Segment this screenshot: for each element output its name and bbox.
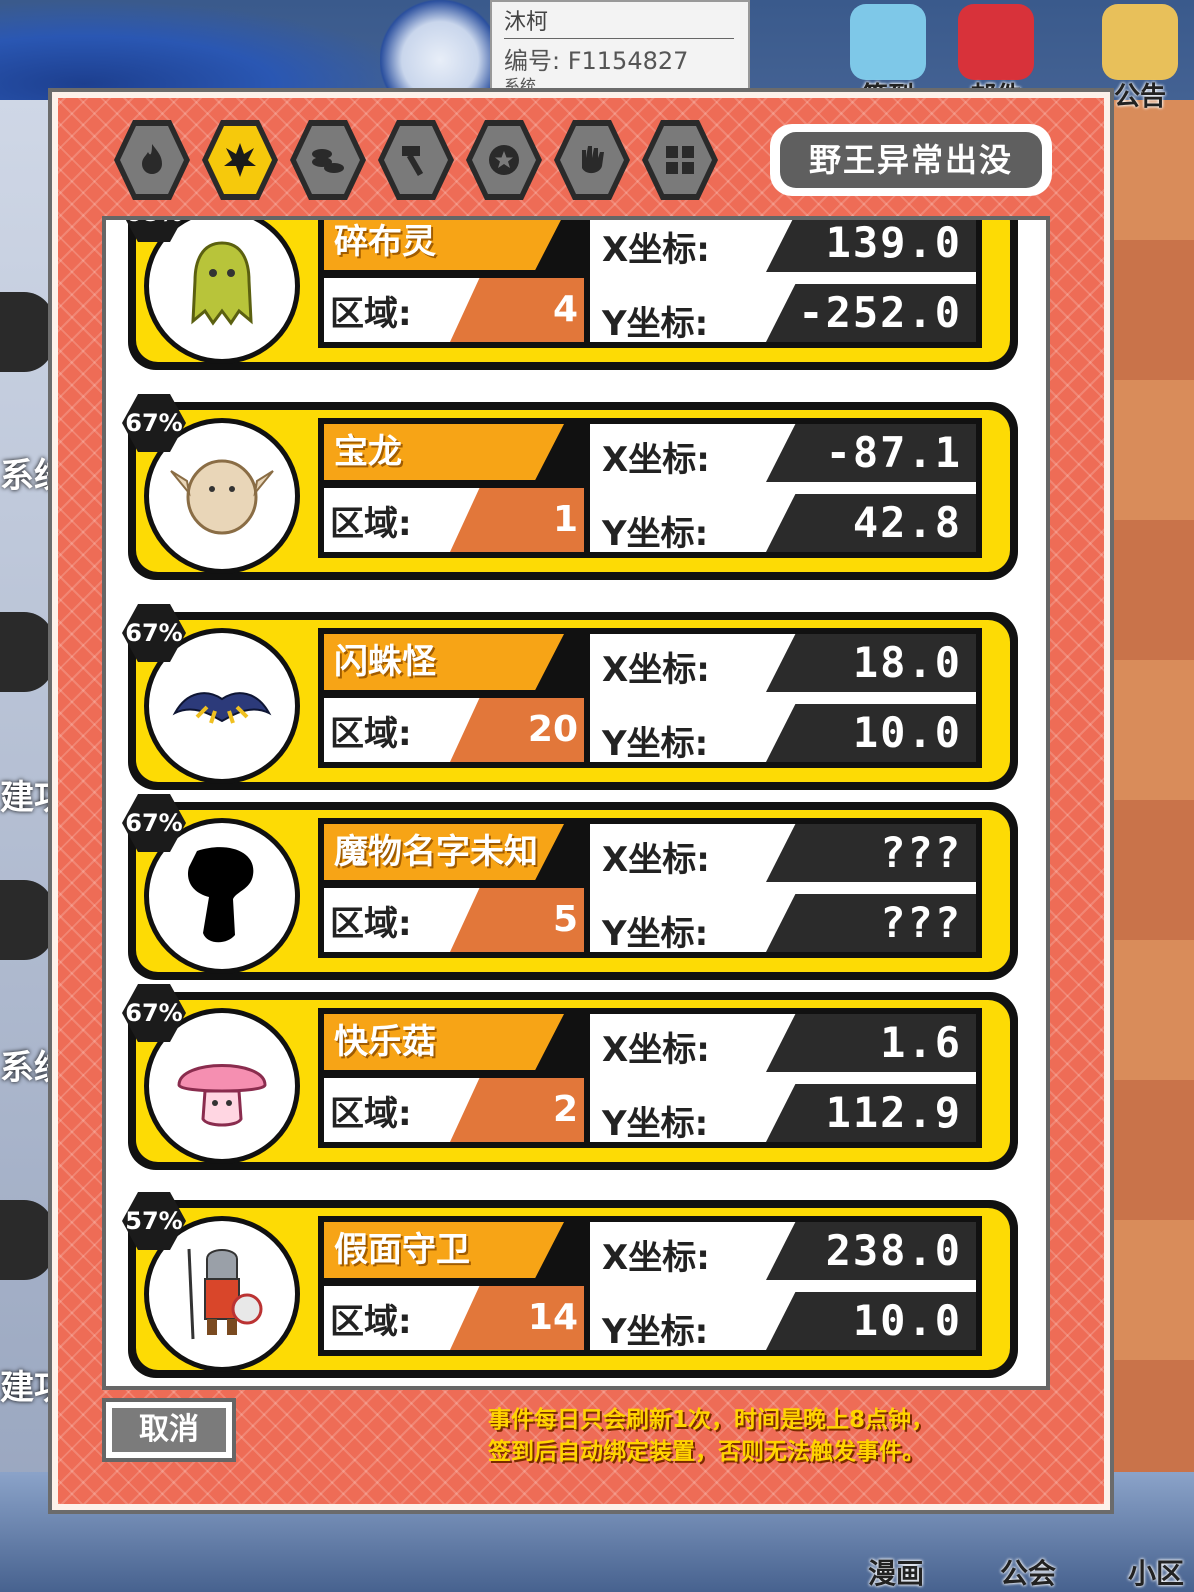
monster-card[interactable]: 67% 快乐菇 区域: 2 X坐标: 1.6 Y坐标: 112.9 xyxy=(122,984,1018,1170)
monster-name: 宝龙 xyxy=(324,424,564,480)
event-title: 野王异常出没 xyxy=(780,132,1042,188)
masked-guard-icon xyxy=(187,1248,263,1340)
x-label: X坐标: xyxy=(602,1030,710,1070)
mail-icon xyxy=(958,4,1034,80)
signin-button[interactable]: 签到 xyxy=(838,0,938,112)
x-label: X坐标: xyxy=(602,1238,710,1278)
side-system-icon[interactable] xyxy=(0,292,54,372)
monster-name: 魔物名字未知 xyxy=(324,824,564,880)
region-label: 区域: xyxy=(330,904,412,944)
monster-name: 快乐菇 xyxy=(324,1014,564,1070)
monster-card[interactable]: 67% 宝龙 区域: 1 X坐标: -87.1 Y坐标: 42.8 xyxy=(122,394,1018,580)
region-label: 区域: xyxy=(330,1302,412,1342)
monster-card[interactable]: 67% 魔物名字未知 区域: 5 X坐标: ??? Y坐标: ??? xyxy=(122,794,1018,980)
x-label: X坐标: xyxy=(602,230,710,270)
y-value: 112.9 xyxy=(766,1084,976,1142)
mushroom-icon xyxy=(177,1064,267,1127)
event-title-button[interactable]: 野王异常出没 xyxy=(770,124,1052,196)
region-label: 区域: xyxy=(330,504,412,544)
monster-name: 假面守卫 xyxy=(324,1222,564,1278)
x-value: 1.6 xyxy=(766,1014,976,1072)
monster-name: 闪蛛怪 xyxy=(324,634,564,690)
cancel-label: 取消 xyxy=(112,1408,226,1452)
tab-fire[interactable] xyxy=(114,120,190,200)
notice-icon xyxy=(1102,4,1178,80)
monster-card[interactable]: 57% 假面守卫 区域: 14 X坐标: 238.0 Y坐标: 10.0 xyxy=(122,1192,1018,1378)
notice-line-2: 签到后自动绑定装置，否则无法触发事件。 xyxy=(488,1439,925,1465)
grid-icon xyxy=(666,146,694,174)
player-profile[interactable]: 沐柯 编号: F1154827 系统 xyxy=(490,0,750,95)
region-value: 2 xyxy=(450,1078,584,1142)
signin-icon xyxy=(850,4,926,80)
cancel-button[interactable]: 取消 xyxy=(102,1398,236,1462)
y-label: Y坐标: xyxy=(602,914,709,954)
unknown-silhouette-icon xyxy=(187,847,254,943)
player-name: 沐柯 xyxy=(504,10,549,35)
bottom-guild[interactable]: 公会 xyxy=(1000,1552,1056,1592)
monster-card[interactable]: 68% 碎布灵 区域:4 X坐标: 139.0 Y坐标: -252.0 xyxy=(122,220,1018,370)
player-id: 编号: F1154827 xyxy=(504,38,734,76)
y-value: 10.0 xyxy=(766,1292,976,1350)
y-label: Y坐标: xyxy=(602,724,709,764)
region-value: 1 xyxy=(450,488,584,552)
notice-button[interactable]: 公告 xyxy=(1090,0,1190,112)
right-side-decor xyxy=(1104,100,1194,1500)
fire-icon xyxy=(142,144,162,174)
y-value: 42.8 xyxy=(766,494,976,552)
star-icon xyxy=(489,145,519,175)
monster-list[interactable]: 68% 碎布灵 区域:4 X坐标: 139.0 Y坐标: -252.0 67% xyxy=(102,216,1050,1390)
side-build-icon-2[interactable] xyxy=(0,1200,54,1280)
y-value: -252.0 xyxy=(766,284,976,342)
region-value: 20 xyxy=(450,698,584,762)
flash-spider-icon xyxy=(172,692,272,724)
region-value: 14 xyxy=(450,1286,584,1350)
monster-card[interactable]: 67% 闪蛛怪 区域: 20 X坐标: 18.0 Y坐标: 10.0 xyxy=(122,604,1018,790)
y-label: Y坐标: xyxy=(602,514,709,554)
glove-icon xyxy=(582,146,604,174)
mail-button[interactable]: 邮件 xyxy=(946,0,1046,112)
y-label: Y坐标: xyxy=(602,1312,709,1352)
region-label: 区域: xyxy=(330,714,412,754)
x-label: X坐标: xyxy=(602,650,710,690)
region-value: 4 xyxy=(450,278,584,342)
wild-king-dialog: 野王异常出没 68% 碎布灵 区域:4 X坐标: 139.0 Y坐标: -252… xyxy=(52,92,1110,1510)
bottom-district[interactable]: 小区 xyxy=(1128,1552,1184,1592)
tab-hammer[interactable] xyxy=(378,120,454,200)
x-value: 139.0 xyxy=(766,220,976,272)
tab-coins[interactable] xyxy=(290,120,366,200)
y-value: ??? xyxy=(766,894,976,952)
x-value: 238.0 xyxy=(766,1222,976,1280)
baolong-icon xyxy=(170,459,274,535)
monster-name: 碎布灵 xyxy=(324,220,564,270)
tab-blaze[interactable] xyxy=(202,120,278,200)
x-value: ??? xyxy=(766,824,976,882)
event-notice: 事件每日只会刷新1次，时间是晚上8点钟， 签到后自动绑定装置，否则无法触发事件。 xyxy=(488,1404,1058,1468)
y-value: 10.0 xyxy=(766,704,976,762)
x-label: X坐标: xyxy=(602,840,710,880)
ragspirit-icon xyxy=(191,241,253,326)
tab-grid[interactable] xyxy=(642,120,718,200)
side-system-icon-2[interactable] xyxy=(0,880,54,960)
x-value: 18.0 xyxy=(766,634,976,692)
coins-icon xyxy=(312,149,344,173)
y-label: Y坐标: xyxy=(602,1104,709,1144)
x-value: -87.1 xyxy=(766,424,976,482)
region-value: 5 xyxy=(450,888,584,952)
side-build-icon[interactable] xyxy=(0,612,54,692)
tab-glove[interactable] xyxy=(554,120,630,200)
notice-line-1: 事件每日只会刷新1次，时间是晚上8点钟， xyxy=(488,1407,935,1433)
x-label: X坐标: xyxy=(602,440,710,480)
region-label: 区域: xyxy=(330,294,412,334)
background-character xyxy=(380,0,500,100)
hammer-icon xyxy=(402,146,424,177)
blaze-icon xyxy=(224,143,256,177)
bottom-comic[interactable]: 漫画 xyxy=(868,1552,924,1592)
tab-star[interactable] xyxy=(466,120,542,200)
region-label: 区域: xyxy=(330,1094,412,1134)
y-label: Y坐标: xyxy=(602,304,709,344)
